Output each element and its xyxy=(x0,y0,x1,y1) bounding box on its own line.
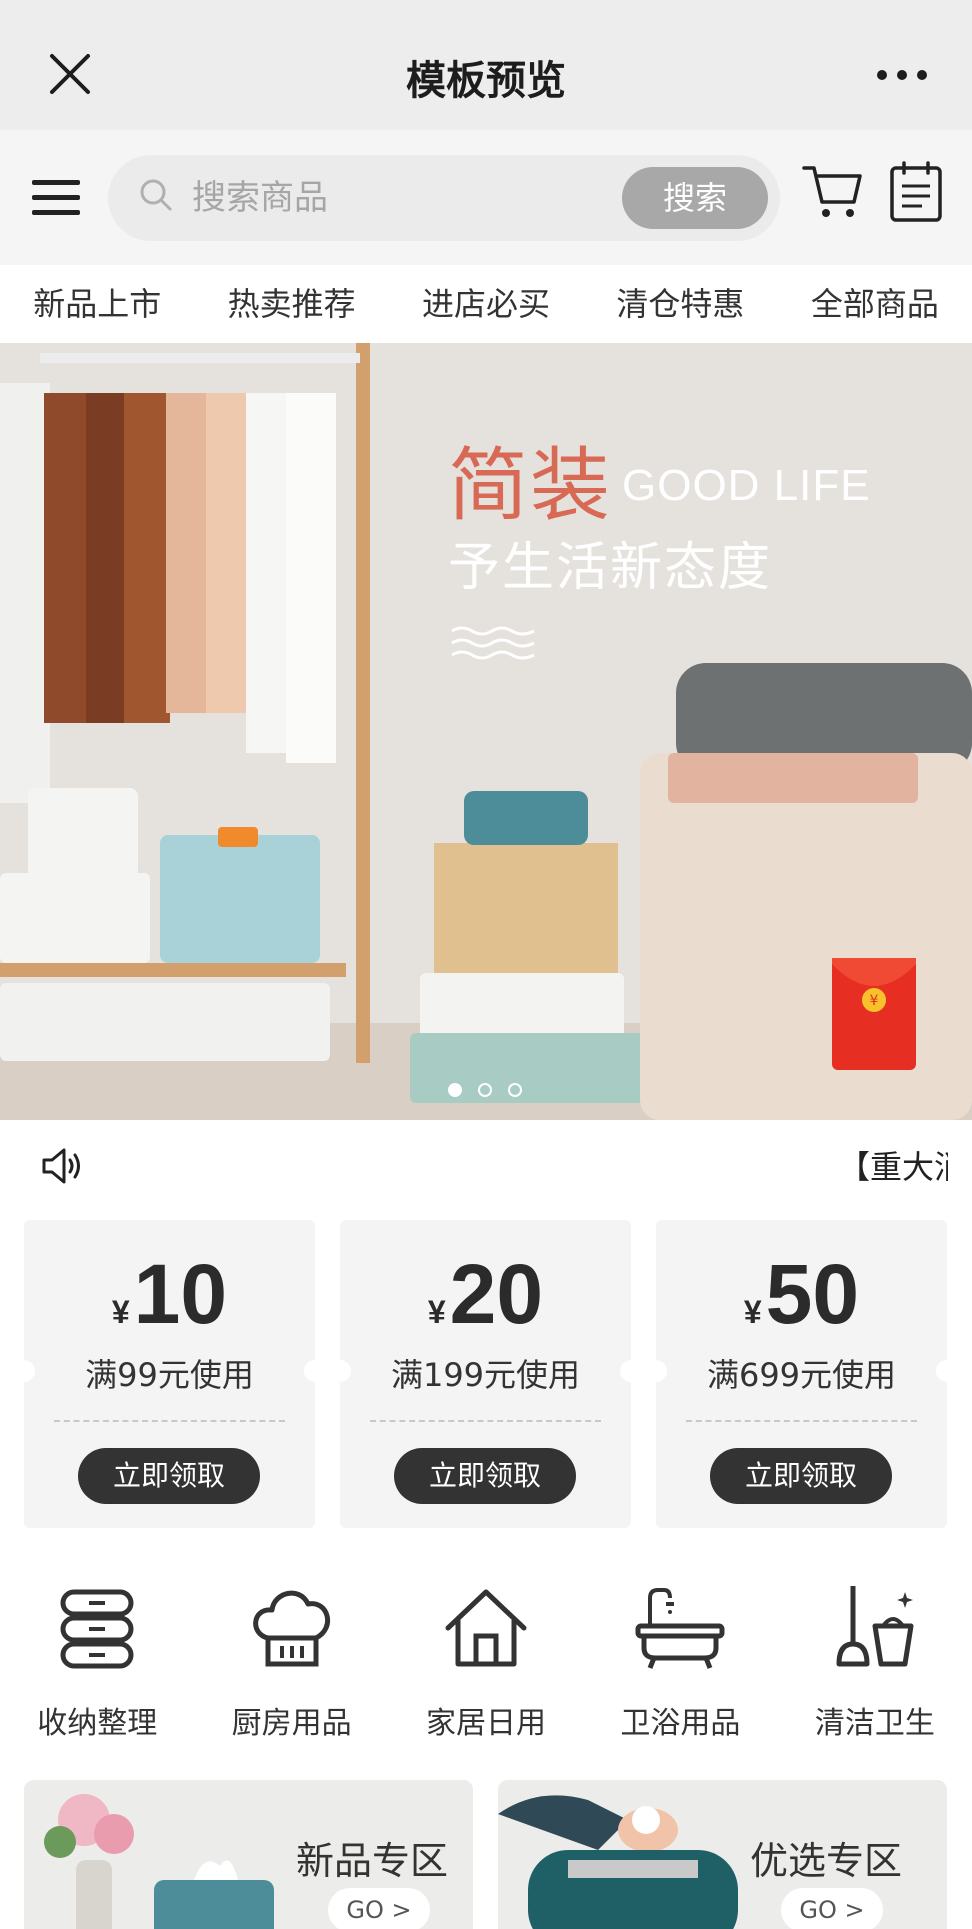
hero-banner[interactable]: 简装 GOOD LIFE 予生活新态度 ¥ xyxy=(0,343,972,1120)
bathtub-icon xyxy=(635,1588,725,1669)
claim-coupon-button[interactable]: 立即领取 xyxy=(394,1448,576,1504)
mop-bucket-icon xyxy=(836,1586,914,1667)
order-list-icon[interactable] xyxy=(886,160,946,224)
house-icon xyxy=(445,1589,527,1667)
search-box: 搜索 xyxy=(108,155,780,241)
category-icons: 收纳整理 厨房用品 家居日用 卫浴用品 清洁卫生 xyxy=(0,1568,972,1748)
category-tabs: 新品上市 热卖推荐 进店必买 清仓特惠 全部商品 xyxy=(0,265,972,343)
announcement-text: 【重大消 xyxy=(838,1148,948,1186)
coupon-amount: ¥20 xyxy=(427,1247,544,1341)
coupon-amount: ¥50 xyxy=(743,1247,860,1341)
promo-zones: 新品专区 GO > 优选专区 GO > xyxy=(24,1780,948,1929)
tab-hot-picks[interactable]: 热卖推荐 xyxy=(194,265,388,343)
banner-headline-en: GOOD LIFE xyxy=(622,461,871,510)
storage-icon xyxy=(60,1589,134,1669)
coupon-card: ¥20 满199元使用 立即领取 xyxy=(340,1220,631,1528)
cart-icon[interactable] xyxy=(800,160,864,224)
zone-new-products[interactable]: 新品专区 GO > xyxy=(24,1780,473,1929)
category-bathroom[interactable]: 卫浴用品 xyxy=(583,1568,777,1748)
category-label: 清洁卫生 xyxy=(814,1706,935,1741)
zone-go-button[interactable]: GO > xyxy=(328,1888,430,1929)
coupon-condition: 满99元使用 xyxy=(85,1356,254,1394)
tab-clearance[interactable]: 清仓特惠 xyxy=(583,265,777,343)
coupon-list: ¥10 满99元使用 立即领取 ¥20 满199元使用 立即领取 ¥50 满69… xyxy=(24,1220,948,1530)
wave-decoration-icon xyxy=(451,626,535,660)
menu-icon[interactable] xyxy=(28,170,84,226)
page-title: 模板预览 xyxy=(406,58,566,104)
category-cleaning[interactable]: 清洁卫生 xyxy=(778,1568,972,1748)
speaker-icon xyxy=(42,1148,80,1184)
category-household[interactable]: 家居日用 xyxy=(389,1568,583,1748)
coupon-amount: ¥10 xyxy=(111,1247,228,1341)
more-options-icon[interactable] xyxy=(872,60,932,90)
category-kitchen[interactable]: 厨房用品 xyxy=(194,1568,388,1748)
announcement-bar[interactable]: 【重大消 xyxy=(0,1120,972,1212)
carousel-dot[interactable] xyxy=(478,1083,492,1097)
search-icon xyxy=(140,179,172,211)
search-input[interactable] xyxy=(192,155,612,241)
red-packet-icon[interactable]: ¥ xyxy=(830,956,918,1072)
tab-new-arrivals[interactable]: 新品上市 xyxy=(0,265,194,343)
coupon-card: ¥50 满699元使用 立即领取 xyxy=(656,1220,947,1528)
chef-hat-icon xyxy=(252,1590,330,1667)
zone-title: 优选专区 xyxy=(750,1839,903,1883)
carousel-dot[interactable] xyxy=(448,1083,462,1097)
tab-all-products[interactable]: 全部商品 xyxy=(778,265,972,343)
zone-go-button[interactable]: GO > xyxy=(781,1888,883,1929)
tab-must-buy[interactable]: 进店必买 xyxy=(389,265,583,343)
carousel-dot[interactable] xyxy=(508,1083,522,1097)
title-bar: 模板预览 xyxy=(0,0,972,130)
banner-subline: 予生活新态度 xyxy=(448,538,773,598)
category-storage[interactable]: 收纳整理 xyxy=(0,1568,194,1748)
coupon-condition: 满199元使用 xyxy=(390,1356,581,1394)
zone-title: 新品专区 xyxy=(296,1839,449,1883)
svg-text:¥: ¥ xyxy=(870,993,879,1009)
category-label: 收纳整理 xyxy=(37,1706,158,1741)
search-button[interactable]: 搜索 xyxy=(622,167,768,229)
banner-headline: 简装 xyxy=(448,439,612,532)
coupon-card: ¥10 满99元使用 立即领取 xyxy=(24,1220,315,1528)
search-bar-row: 搜索 xyxy=(0,130,972,265)
category-label: 家居日用 xyxy=(426,1706,547,1741)
claim-coupon-button[interactable]: 立即领取 xyxy=(78,1448,260,1504)
category-label: 卫浴用品 xyxy=(620,1706,741,1741)
zone-selected-products[interactable]: 优选专区 GO > xyxy=(498,1780,947,1929)
carousel-indicators xyxy=(448,1083,522,1097)
category-label: 厨房用品 xyxy=(231,1706,352,1741)
claim-coupon-button[interactable]: 立即领取 xyxy=(710,1448,892,1504)
coupon-condition: 满699元使用 xyxy=(706,1356,897,1394)
